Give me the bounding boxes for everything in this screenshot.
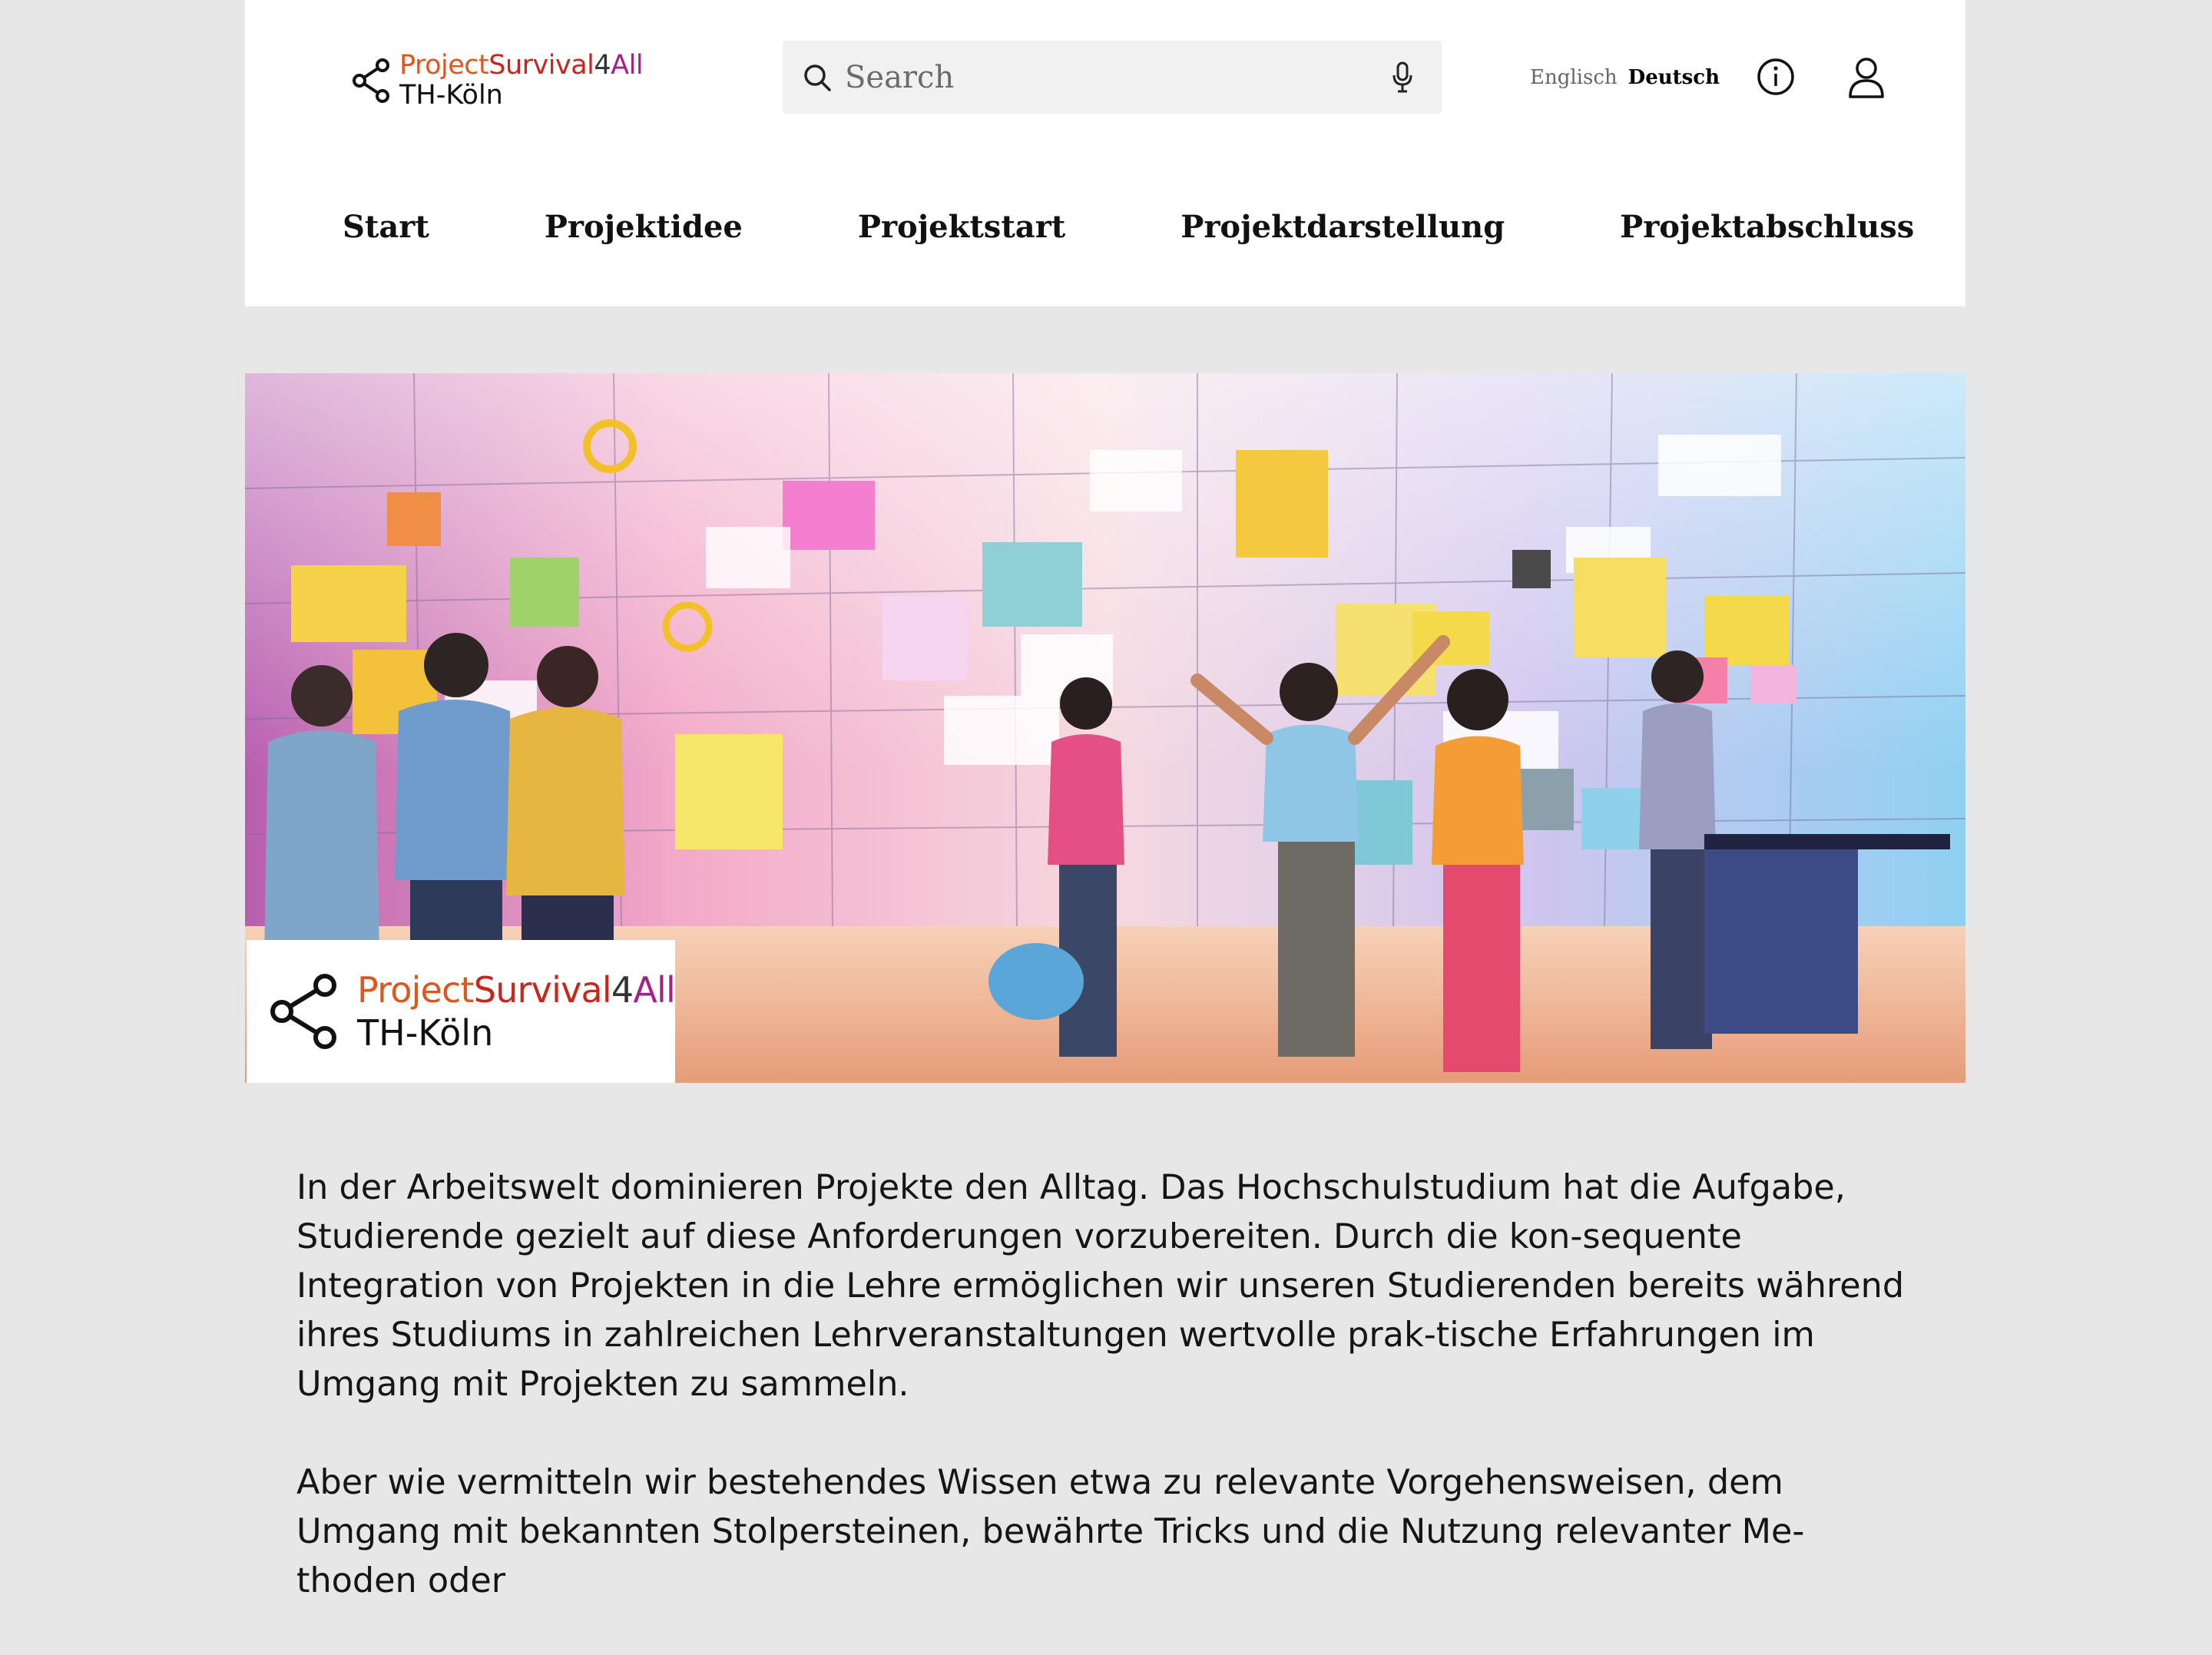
search-input[interactable] (843, 53, 1369, 101)
nav-item-projektdarstellung[interactable]: Projektdarstellung (1181, 209, 1505, 245)
brand-institution: TH-Köln (399, 80, 503, 111)
intro-paragraph: In der Arbeitswelt dominieren Projekte d… (296, 1168, 1905, 1404)
info-icon[interactable] (1756, 57, 1796, 97)
share-icon (353, 58, 389, 104)
site-header: ProjectSurvival4All TH-Köln Englisch Deu… (245, 0, 1965, 306)
hero-banner: ProjectSurvival4All TH-Köln (245, 373, 1965, 1083)
search-bar (783, 41, 1442, 114)
hero-brand-part-all: All (633, 968, 675, 1011)
hero-brand-institution: TH-Köln (357, 1012, 494, 1054)
language-english[interactable]: Englisch (1530, 66, 1618, 89)
brand-part-project: Project (399, 50, 489, 81)
user-icon[interactable] (1846, 55, 1886, 100)
brand-part-survival: Survival (488, 50, 594, 81)
hero-brand-wordmark: ProjectSurvival4All TH-Köln (357, 968, 676, 1054)
nav-item-projektidee[interactable]: Projektidee (545, 209, 743, 245)
nav-item-start[interactable]: Start (343, 209, 429, 245)
site-logo[interactable]: ProjectSurvival4All TH-Köln (350, 50, 644, 111)
search-icon[interactable] (802, 62, 833, 93)
hero-brand-part-survival: Survival (473, 968, 612, 1011)
microphone-icon[interactable] (1391, 61, 1414, 94)
intro-text: In der Arbeitswelt dominieren Projekte d… (296, 1163, 1917, 1655)
brand-part-all: All (611, 50, 644, 81)
brand-part-four: 4 (594, 50, 611, 81)
intro-paragraph: Aber wie vermitteln wir bestehendes Wiss… (296, 1463, 1805, 1600)
main-navigation: Start Projektidee Projektstart Projektda… (343, 209, 1914, 245)
language-switcher: Englisch Deutsch (1530, 66, 1720, 89)
hero-logo-badge: ProjectSurvival4All TH-Köln (247, 940, 676, 1083)
hero-brand-name: ProjectSurvival4All (357, 968, 676, 1011)
brand-wordmark: ProjectSurvival4All TH-Köln (399, 50, 644, 111)
nav-item-projektstart[interactable]: Projektstart (858, 209, 1065, 245)
nav-item-projektabschluss[interactable]: Projektabschluss (1620, 209, 1914, 245)
brand-name: ProjectSurvival4All (399, 50, 644, 81)
hero-brand-part-four: 4 (611, 968, 634, 1011)
hero-brand-part-project: Project (357, 968, 475, 1011)
language-german[interactable]: Deutsch (1628, 66, 1720, 89)
share-icon (270, 974, 336, 1049)
